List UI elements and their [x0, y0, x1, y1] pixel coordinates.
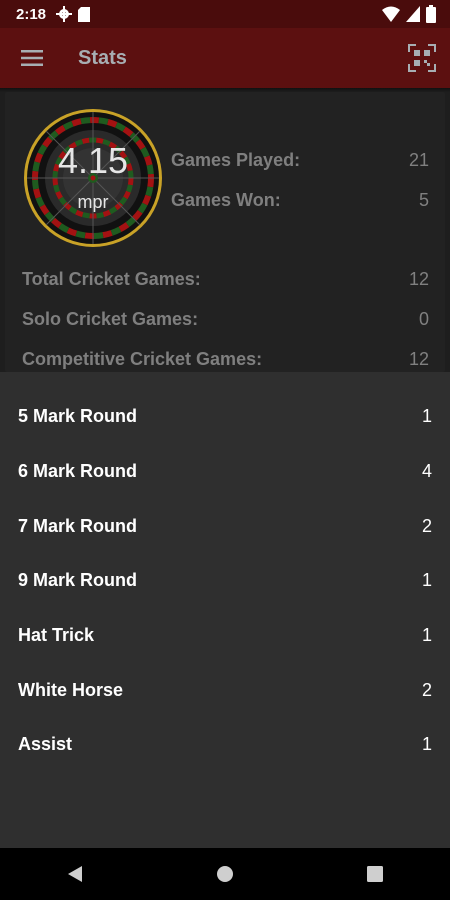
mpr-value: 4.15 [57, 140, 129, 181]
hamburger-menu-icon [21, 50, 43, 66]
solo-cricket-row: Solo Cricket Games: 0 [22, 309, 429, 330]
games-won-value: 5 [418, 190, 429, 210]
home-button[interactable] [210, 859, 240, 889]
competitive-cricket-row: Competitive Cricket Games: 12 [22, 349, 429, 370]
solo-cricket-label: Solo Cricket Games: [22, 309, 199, 329]
mark-count: 1 [421, 406, 432, 426]
mpr-label: mpr [77, 192, 109, 212]
stats-summary-card: 4.15 mpr Games Played: 21 Games Won: 5 T… [5, 92, 445, 372]
signal-icon [406, 6, 420, 22]
mark-label: Hat Trick [18, 625, 95, 645]
mark-label: 7 Mark Round [18, 516, 138, 536]
list-item: Assist 1 [18, 734, 432, 755]
back-icon [68, 866, 82, 882]
total-cricket-row: Total Cricket Games: 12 [22, 269, 429, 290]
page-title: Stats [78, 46, 127, 69]
games-won-label: Games Won: [171, 190, 281, 210]
mark-label: White Horse [18, 680, 124, 700]
status-bar: 2:18 [0, 0, 450, 28]
total-cricket-label: Total Cricket Games: [22, 269, 201, 289]
mark-label: 9 Mark Round [18, 570, 138, 590]
wifi-icon [382, 6, 400, 22]
list-item: 6 Mark Round 4 [18, 461, 432, 482]
battery-icon [426, 5, 436, 23]
list-item: Hat Trick 1 [18, 625, 432, 646]
qr-scan-icon [408, 44, 436, 72]
competitive-cricket-label: Competitive Cricket Games: [22, 349, 263, 369]
mark-label: 5 Mark Round [18, 406, 138, 426]
recents-icon [367, 866, 383, 882]
status-time: 2:18 [16, 5, 47, 23]
games-played-label: Games Played: [171, 150, 301, 170]
competitive-cricket-value: 12 [408, 349, 429, 369]
total-cricket-value: 12 [408, 269, 429, 289]
list-item: 9 Mark Round 1 [18, 570, 432, 591]
games-played-value: 21 [408, 150, 429, 170]
mark-count: 2 [421, 680, 432, 700]
games-played-row: Games Played: 21 [171, 150, 429, 171]
mark-label: 6 Mark Round [18, 461, 138, 481]
mark-count: 2 [421, 516, 432, 536]
recents-button[interactable] [360, 859, 390, 889]
mark-count: 1 [421, 625, 432, 645]
gear-icon [56, 6, 73, 22]
mark-count: 1 [421, 734, 432, 754]
mark-stats-sheet[interactable]: 5 Mark Round 1 6 Mark Round 4 7 Mark Rou… [0, 372, 450, 848]
back-button[interactable] [60, 859, 90, 889]
menu-button[interactable] [16, 42, 48, 74]
mark-count: 4 [421, 461, 432, 481]
system-nav-bar [0, 848, 450, 900]
games-won-row: Games Won: 5 [171, 190, 429, 211]
mark-label: Assist [18, 734, 73, 754]
qr-scan-button[interactable] [406, 42, 438, 74]
sd-card-icon [78, 6, 91, 22]
list-item: White Horse 2 [18, 680, 432, 701]
list-item: 5 Mark Round 1 [18, 406, 432, 427]
solo-cricket-value: 0 [418, 309, 429, 329]
mark-count: 1 [421, 570, 432, 590]
home-icon [217, 866, 233, 882]
list-item: 7 Mark Round 2 [18, 516, 432, 537]
app-bar: Stats [0, 28, 450, 88]
